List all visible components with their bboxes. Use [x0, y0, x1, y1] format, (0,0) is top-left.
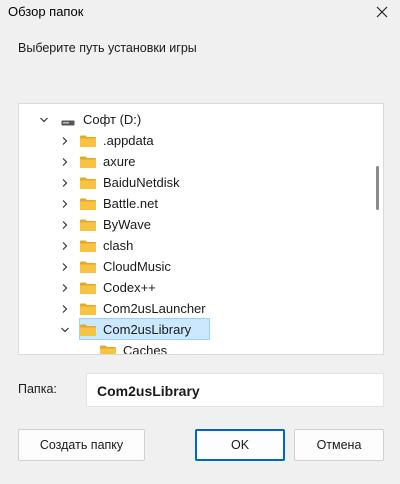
- folder-tree[interactable]: Софт (D:) .appdata axure BaiduNetdisk Battl…: [18, 103, 384, 355]
- chevron-right-icon[interactable]: [60, 178, 70, 188]
- chevron-right-icon[interactable]: [60, 220, 70, 230]
- instruction-text: Выберите путь установки игры: [18, 41, 197, 55]
- tree-item-label: BaiduNetdisk: [103, 175, 180, 190]
- tree-item[interactable]: Com2usLauncher: [19, 298, 369, 319]
- close-icon: [376, 6, 388, 18]
- chevron-right-icon[interactable]: [60, 199, 70, 209]
- chevron-right-icon[interactable]: [60, 283, 70, 293]
- chevron-down-icon[interactable]: [60, 325, 70, 335]
- tree-item-label: Com2usLauncher: [103, 301, 206, 316]
- tree-item[interactable]: Com2usLibrary: [19, 319, 369, 340]
- tree-item-label: Софт (D:): [83, 112, 142, 127]
- tree-item-label: Caches: [123, 343, 168, 355]
- folder-icon: [79, 155, 97, 169]
- chevron-right-icon[interactable]: [60, 157, 70, 167]
- folder-icon: [79, 323, 97, 337]
- tree-item[interactable]: Caches: [19, 340, 369, 355]
- close-button[interactable]: [368, 0, 396, 24]
- window-title: Обзор папок: [8, 4, 84, 19]
- title-bar: Обзор папок: [0, 0, 400, 24]
- folder-icon: [79, 260, 97, 274]
- folder-path-input[interactable]: Com2usLibrary: [86, 373, 384, 407]
- folder-icon: [99, 344, 117, 354]
- folder-icon: [79, 239, 97, 253]
- cancel-button[interactable]: Отмена: [294, 429, 384, 461]
- tree-item-drive[interactable]: Софт (D:): [19, 109, 369, 130]
- folder-label: Папка:: [18, 382, 57, 396]
- tree-item-label: Com2usLibrary: [103, 322, 192, 337]
- folder-icon: [79, 197, 97, 211]
- tree-item-label: Codex++: [103, 280, 156, 295]
- tree-item-label: ByWave: [103, 217, 151, 232]
- tree-item-label: clash: [103, 238, 134, 253]
- chevron-right-icon[interactable]: [60, 304, 70, 314]
- chevron-right-icon[interactable]: [60, 262, 70, 272]
- chevron-down-icon[interactable]: [39, 115, 49, 125]
- tree-item[interactable]: clash: [19, 235, 369, 256]
- folder-icon: [79, 302, 97, 316]
- tree-item-label: .appdata: [103, 133, 154, 148]
- tree-item[interactable]: .appdata: [19, 130, 369, 151]
- folder-icon: [79, 134, 97, 148]
- browse-folder-dialog: Обзор папок Выберите путь установки игры…: [0, 0, 400, 484]
- tree-item[interactable]: Battle.net: [19, 193, 369, 214]
- tree-item[interactable]: axure: [19, 151, 369, 172]
- tree-item[interactable]: Codex++: [19, 277, 369, 298]
- tree-item-label: axure: [103, 154, 136, 169]
- tree-item-label: CloudMusic: [103, 259, 171, 274]
- chevron-right-icon[interactable]: [60, 136, 70, 146]
- chevron-right-icon[interactable]: [60, 241, 70, 251]
- drive-icon: [61, 115, 75, 126]
- scrollbar-thumb[interactable]: [376, 166, 379, 210]
- folder-icon: [79, 281, 97, 295]
- tree-item-label: Battle.net: [103, 196, 158, 211]
- tree-item[interactable]: BaiduNetdisk: [19, 172, 369, 193]
- folder-icon: [79, 218, 97, 232]
- folder-icon: [79, 176, 97, 190]
- ok-button[interactable]: OK: [195, 429, 285, 461]
- tree-scrollbar[interactable]: [374, 114, 380, 346]
- tree-item[interactable]: ByWave: [19, 214, 369, 235]
- new-folder-button[interactable]: Создать папку: [18, 429, 145, 461]
- tree-item[interactable]: CloudMusic: [19, 256, 369, 277]
